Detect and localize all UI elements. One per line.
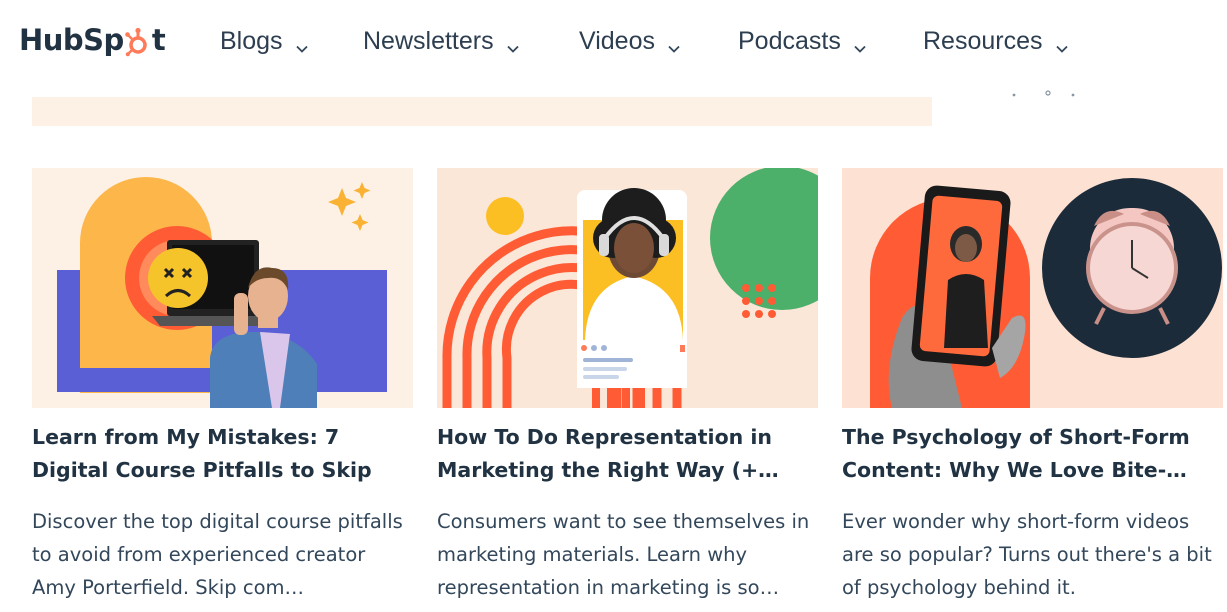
nav-resources[interactable]: Resources	[923, 22, 1069, 60]
promo-banner	[32, 97, 932, 126]
chevron-down-icon	[1055, 34, 1069, 53]
nav-podcasts[interactable]: Podcasts	[738, 22, 867, 60]
chevron-down-icon	[853, 34, 867, 53]
nav-videos-label: Videos	[579, 26, 655, 55]
logo-text-right: t	[151, 23, 166, 57]
blog-card[interactable]: Learn from My Mistakes: 7 Digital Course…	[32, 168, 413, 604]
chevron-down-icon	[506, 34, 520, 53]
nav-blogs-label: Blogs	[220, 26, 283, 55]
card-description: Consumers want to see themselves in mark…	[437, 510, 810, 599]
nav-resources-label: Resources	[923, 26, 1043, 55]
sprocket-icon	[125, 27, 151, 57]
partial-text-fragment	[1010, 88, 1080, 102]
hubspot-logo[interactable]: HubSp t	[19, 20, 166, 60]
nav-newsletters-label: Newsletters	[363, 26, 494, 55]
nav-podcasts-label: Podcasts	[738, 26, 841, 55]
nav-newsletters[interactable]: Newsletters	[363, 22, 520, 60]
logo-text-left: HubSp	[19, 23, 124, 57]
card-title[interactable]: How To Do Representation in Marketing th…	[437, 421, 818, 487]
blog-card[interactable]: How To Do Representation in Marketing th…	[437, 168, 818, 604]
chevron-down-icon	[667, 34, 681, 53]
card-thumbnail[interactable]	[437, 168, 818, 408]
card-thumbnail[interactable]	[842, 168, 1223, 408]
card-title[interactable]: Learn from My Mistakes: 7 Digital Course…	[32, 421, 413, 487]
card-description: Discover the top digital course pitfalls…	[32, 510, 403, 599]
site-header: HubSp t Blogs Newsletters Videos Podcast…	[0, 0, 1227, 82]
nav-videos[interactable]: Videos	[579, 22, 681, 60]
card-thumbnail[interactable]	[32, 168, 413, 408]
blog-card[interactable]: The Psychology of Short-Form Content: Wh…	[842, 168, 1223, 604]
nav-blogs[interactable]: Blogs	[220, 22, 309, 60]
card-title[interactable]: The Psychology of Short-Form Content: Wh…	[842, 421, 1223, 487]
chevron-down-icon	[295, 34, 309, 53]
card-description: Ever wonder why short-form videos are so…	[842, 510, 1212, 599]
